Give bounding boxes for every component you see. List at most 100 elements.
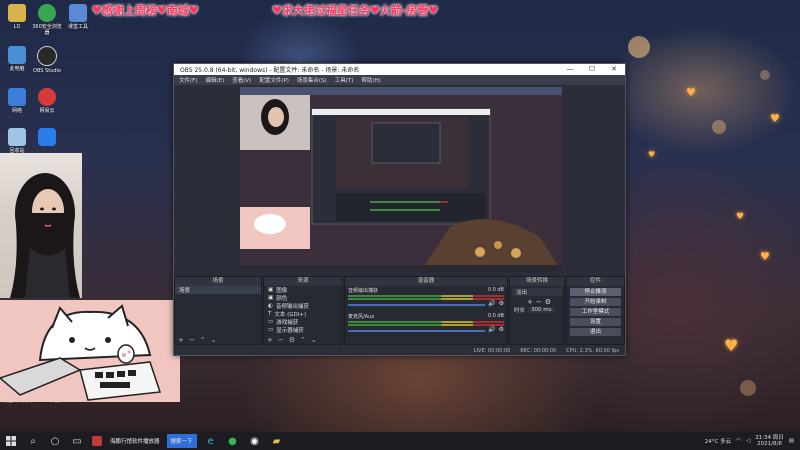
obs-titlebar[interactable]: OBS 25.0.8 (64-bit, windows) - 配置文件: 未命名…: [174, 64, 625, 75]
transition-settings-icon[interactable]: ⚙: [545, 298, 551, 306]
file-explorer-icon[interactable]: ▰: [270, 434, 284, 448]
speaker-icon[interactable]: 🔊: [488, 326, 495, 333]
minimize-button[interactable]: —: [559, 64, 581, 75]
remove-scene-icon[interactable]: −: [189, 336, 195, 344]
clock[interactable]: 21:34 周日 2021/8/8: [755, 435, 784, 447]
volume-meter: [348, 295, 504, 297]
bokeh-light: [628, 36, 650, 58]
scenes-dock: 场景 场景 + − ⌃ ⌄: [174, 276, 262, 345]
source-item-color[interactable]: ▣ 颜色: [264, 294, 342, 302]
color-source-icon: ▣: [268, 295, 274, 301]
start-recording-button[interactable]: 开始录制: [570, 298, 621, 306]
move-up-icon[interactable]: ⌃: [300, 336, 306, 344]
add-scene-icon[interactable]: +: [178, 336, 184, 344]
obs-menubar: 文件(F) 编辑(E) 查看(V) 配置文件(P) 场景集合(S) 工具(T) …: [174, 75, 625, 85]
desktop-icon-recycle-bin[interactable]: 回收站: [0, 128, 34, 154]
sources-dock: 来源 ▣ 图像 ▣ 颜色 ◐ 音频输出捕获 T 文本 (GDI+) ▭ 游戏捕获 ▭ 显示器…: [263, 276, 343, 345]
transitions-dock: 场景转换 淡出 + − ⚙ 时长 300 ms: [509, 276, 565, 345]
taskbar-app-player[interactable]: 海鹏行馆软件播放器: [106, 434, 164, 448]
edge-icon[interactable]: e: [204, 434, 218, 448]
remove-source-icon[interactable]: −: [278, 336, 284, 344]
desktop-icon-network[interactable]: 网络: [0, 88, 34, 114]
desktop-icon-netease-music[interactable]: 网易云: [30, 88, 64, 114]
volume-slider[interactable]: [348, 303, 486, 306]
network-tray-icon[interactable]: ◠: [736, 438, 741, 444]
mixer-dock-title: 混音器: [345, 277, 507, 286]
netease-music-icon: [38, 88, 56, 106]
menu-help[interactable]: 帮助(H): [361, 76, 380, 84]
bongo-cat-overlay: [0, 300, 180, 402]
image-source-icon: ▣: [268, 287, 274, 293]
heart-decoration: ♥: [724, 336, 739, 355]
volume-slider[interactable]: [348, 329, 486, 332]
obs-window[interactable]: OBS 25.0.8 (64-bit, windows) - 配置文件: 未命名…: [173, 63, 626, 356]
cpu-fps: CPU: 2.3%, 60.00 fps: [566, 347, 619, 354]
player-app-icon[interactable]: [92, 436, 102, 446]
desktop-icon-obs[interactable]: OBS Studio: [30, 46, 64, 74]
live-timer: LIVE: 00:00:00: [473, 347, 511, 354]
webcam-person-image: [10, 173, 80, 298]
obs-docks: 场景 场景 + − ⌃ ⌄ 来源 ▣ 图像 ▣ 颜色 ◐ 音频输出捕获 T 文本 (GD…: [174, 276, 625, 345]
menu-profile[interactable]: 配置文件(P): [259, 76, 289, 84]
bokeh-light: [760, 70, 770, 80]
add-source-icon[interactable]: +: [267, 336, 273, 344]
obs-icon: [37, 46, 57, 66]
volume-tray-icon[interactable]: ◁: [746, 438, 750, 444]
computer-icon: [8, 46, 26, 64]
gear-icon[interactable]: ⚙: [499, 326, 504, 333]
gear-icon[interactable]: ⚙: [499, 300, 504, 307]
webcam-overlay: [0, 153, 82, 298]
gamepad-icon: ▭: [268, 319, 274, 325]
transition-select[interactable]: 淡出: [512, 288, 562, 296]
heart-decoration: ♥: [686, 86, 696, 99]
windows-start-icon[interactable]: [4, 434, 18, 448]
add-transition-icon[interactable]: +: [527, 298, 533, 306]
obs-preview[interactable]: [240, 87, 562, 272]
notification-icon[interactable]: ▤: [789, 438, 794, 444]
move-down-icon[interactable]: ⌄: [311, 336, 317, 344]
source-settings-icon[interactable]: ⚙: [289, 336, 295, 344]
user-folder-icon: [8, 4, 26, 22]
move-up-icon[interactable]: ⌃: [200, 336, 206, 344]
stop-streaming-button[interactable]: 停止推流: [570, 288, 621, 296]
weather-status[interactable]: 24°C 多云: [705, 437, 731, 445]
system-tray: 24°C 多云 ◠ ◁ 21:34 周日 2021/8/8 ▤: [705, 435, 800, 447]
duration-input[interactable]: 300 ms: [528, 307, 555, 313]
chat-app-icon[interactable]: ●: [226, 434, 240, 448]
desktop-icon-this-pc[interactable]: 此电脑: [0, 46, 34, 72]
menu-edit[interactable]: 编辑(E): [205, 76, 224, 84]
scene-item[interactable]: 场景: [175, 286, 261, 294]
source-item-image[interactable]: ▣ 图像: [264, 286, 342, 294]
desktop-icon-360-browser[interactable]: 360安全浏览器: [30, 4, 64, 36]
move-down-icon[interactable]: ⌄: [211, 336, 217, 344]
taskbar-app-search[interactable]: 搜索一下: [166, 434, 197, 448]
studio-mode-button[interactable]: 工作室模式: [570, 308, 621, 316]
menu-view[interactable]: 查看(V): [232, 76, 251, 84]
obs-statusbar: LIVE: 00:00:00 REC: 00:00:00 CPU: 2.3%, …: [174, 346, 625, 355]
search-icon[interactable]: ⌕: [26, 434, 40, 448]
scenes-dock-title: 场景: [175, 277, 261, 286]
cortana-icon[interactable]: ○: [48, 434, 62, 448]
settings-button[interactable]: 设置: [570, 318, 621, 326]
source-item-game-capture[interactable]: ▭ 游戏捕获: [264, 318, 342, 326]
desktop-icon-classroom-tool[interactable]: 课堂工具: [61, 4, 95, 30]
preview-recursive-image: [240, 87, 562, 272]
menu-tools[interactable]: 工具(T): [335, 76, 354, 84]
exit-button[interactable]: 退出: [570, 328, 621, 336]
close-button[interactable]: ✕: [603, 64, 625, 75]
recycle-bin-icon: [8, 128, 26, 146]
remove-transition-icon[interactable]: −: [536, 298, 542, 306]
maximize-button[interactable]: ☐: [581, 64, 603, 75]
obs-taskbar-icon[interactable]: ◉: [248, 434, 262, 448]
source-item-display-capture[interactable]: ▭ 显示器捕获: [264, 326, 342, 334]
task-view-icon[interactable]: ▭: [70, 434, 84, 448]
speaker-icon[interactable]: 🔊: [488, 300, 495, 307]
sources-dock-title: 来源: [264, 277, 342, 286]
source-item-text[interactable]: T 文本 (GDI+): [264, 310, 342, 318]
menu-file[interactable]: 文件(F): [179, 76, 197, 84]
desktop-icon-kugou[interactable]: [30, 128, 64, 146]
source-item-audio-output[interactable]: ◐ 音频输出捕获: [264, 302, 342, 310]
menu-scene-collection[interactable]: 场景集合(S): [297, 76, 327, 84]
mixer-dock: 混音器 音频输出捕获 0.0 dB 🔊 ⚙ 麦克风/Aux 0.0 dB 🔊 ⚙: [344, 276, 508, 345]
desktop-icon-ld[interactable]: LD: [0, 4, 34, 30]
